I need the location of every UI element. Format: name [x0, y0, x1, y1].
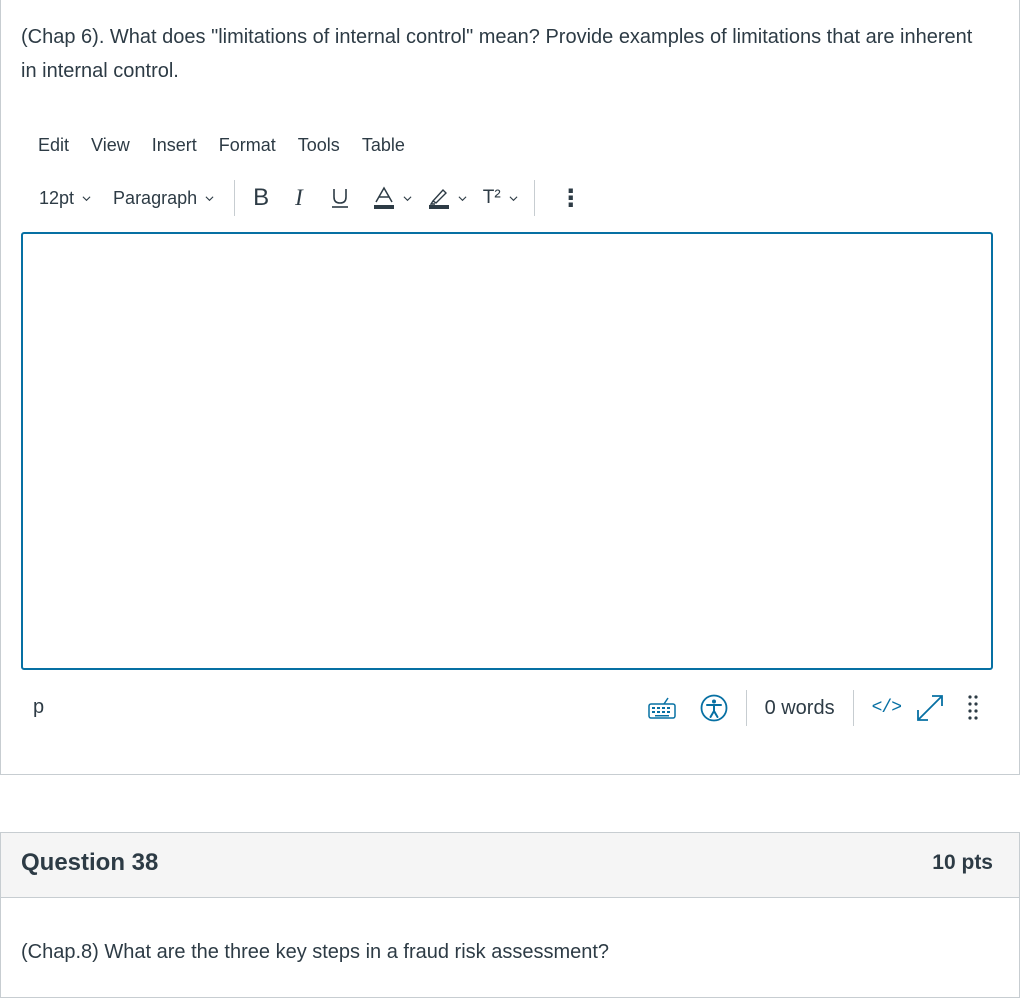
- editor-statusbar: p 0 words </>: [21, 688, 993, 728]
- question-37-text: (Chap 6). What does "limitations of inte…: [21, 26, 973, 82]
- italic-button[interactable]: I: [295, 180, 303, 216]
- toolbar-divider: [234, 180, 236, 216]
- block-format-value: Paragraph: [113, 187, 198, 208]
- expand-icon: [917, 695, 943, 721]
- editor-toolbar: 12pt Paragraph B I T² ⋮: [39, 180, 583, 216]
- text-color-icon: [373, 186, 394, 209]
- font-size-select[interactable]: 12pt: [39, 180, 91, 216]
- keyboard-shortcuts-button[interactable]: [647, 696, 676, 720]
- question-38-text: (Chap.8) What are the three key steps in…: [21, 941, 610, 963]
- block-format-select[interactable]: Paragraph: [113, 180, 214, 216]
- drag-handle-icon: [968, 695, 978, 720]
- menu-format[interactable]: Format: [219, 131, 276, 159]
- fullscreen-button[interactable]: [915, 693, 945, 723]
- text-color-button[interactable]: [373, 180, 412, 216]
- question-title: Question 38: [21, 849, 159, 876]
- chevron-down-icon: [82, 195, 91, 201]
- question-37-card: (Chap 6). What does "limitations of inte…: [0, 0, 1020, 775]
- chevron-down-icon: [205, 195, 214, 201]
- font-size-value: 12pt: [39, 187, 75, 208]
- bold-icon: B: [253, 184, 270, 211]
- italic-icon: I: [295, 185, 303, 210]
- more-tools-button[interactable]: ⋮: [559, 180, 583, 216]
- chevron-down-icon: [509, 195, 518, 201]
- accessibility-checker-button[interactable]: [700, 694, 728, 722]
- menu-insert[interactable]: Insert: [152, 131, 197, 159]
- menu-table[interactable]: Table: [362, 131, 405, 159]
- menu-edit[interactable]: Edit: [38, 131, 69, 159]
- highlight-color-button[interactable]: [428, 180, 467, 216]
- question-header: Question 38 10 pts: [1, 833, 1019, 898]
- resize-handle[interactable]: [967, 693, 979, 723]
- keyboard-icon: [647, 697, 676, 719]
- statusbar-tools: 0 words </>: [647, 688, 993, 728]
- superscript-icon: T²: [482, 187, 501, 208]
- more-icon: ⋮: [558, 184, 583, 212]
- code-icon: </>: [871, 698, 902, 718]
- statusbar-divider: [745, 690, 747, 726]
- element-path[interactable]: p: [33, 696, 44, 719]
- question-38-card: Question 38 10 pts (Chap.8) What are the…: [0, 832, 1020, 998]
- underline-button[interactable]: [331, 180, 349, 216]
- menu-tools[interactable]: Tools: [298, 131, 340, 159]
- chevron-down-icon: [403, 195, 412, 201]
- toolbar-divider: [533, 180, 535, 216]
- chevron-down-icon: [458, 195, 467, 201]
- editor-menubar: Edit View Insert Format Tools Table: [38, 131, 427, 159]
- bold-button[interactable]: B: [253, 180, 269, 216]
- highlighter-icon: [428, 188, 449, 209]
- superscript-button[interactable]: T²: [483, 180, 518, 216]
- menu-view[interactable]: View: [91, 131, 130, 159]
- rich-text-editor-area[interactable]: [21, 232, 993, 670]
- accessibility-icon: [700, 694, 727, 722]
- statusbar-divider: [852, 690, 854, 726]
- question-points: 10 pts: [932, 851, 993, 874]
- html-editor-button[interactable]: </>: [871, 698, 902, 718]
- underline-icon: [331, 189, 348, 208]
- word-count[interactable]: 0 words: [765, 697, 835, 720]
